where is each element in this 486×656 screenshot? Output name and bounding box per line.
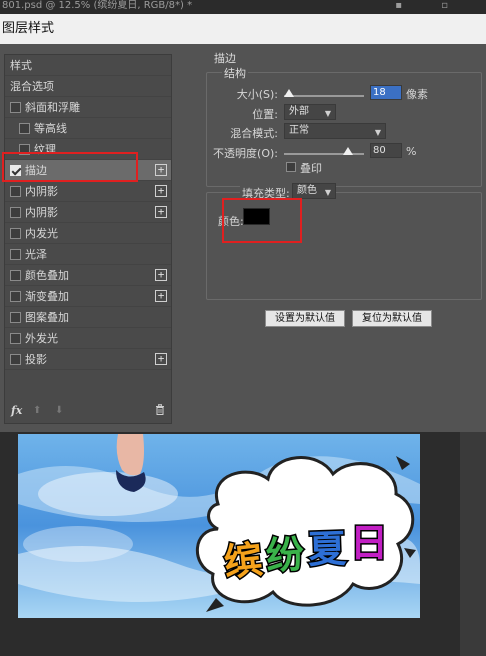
chevron-down-icon: ▼ bbox=[324, 188, 331, 197]
style-item-inner-shadow-2[interactable]: 内阴影 + bbox=[5, 202, 171, 223]
layer-style-dialog: 样式 混合选项 斜面和浮雕 等高线 纹理 描边 + 内阴影 + 内阴影 + 内发… bbox=[0, 44, 486, 432]
set-default-button[interactable]: 设置为默认值 bbox=[265, 310, 345, 327]
outer-glow-checkbox[interactable] bbox=[10, 333, 21, 344]
opacity-slider-thumb[interactable] bbox=[343, 147, 353, 155]
satin-label: 光泽 bbox=[25, 248, 47, 261]
trash-icon[interactable] bbox=[155, 404, 165, 418]
window-controls[interactable]: ▪ ▫ bbox=[395, 0, 466, 12]
style-list-panel: 样式 混合选项 斜面和浮雕 等高线 纹理 描边 + 内阴影 + 内阴影 + 内发… bbox=[4, 54, 172, 424]
canvas-right-strip bbox=[460, 432, 486, 656]
gradient-overlay-label: 渐变叠加 bbox=[25, 290, 69, 303]
style-item-inner-shadow-1[interactable]: 内阴影 + bbox=[5, 181, 171, 202]
photoshop-titlebar: 801.psd @ 12.5% (缤纷夏日, RGB/8*) * ▪ ▫ bbox=[0, 0, 486, 14]
inner-shadow-2-label: 内阴影 bbox=[25, 206, 58, 219]
fill-type-dropdown[interactable]: 颜色 ▼ bbox=[292, 183, 336, 199]
dialog-titlebar: 图层样式 bbox=[0, 14, 486, 44]
chevron-down-icon: ▼ bbox=[324, 109, 331, 118]
style-item-pattern-overlay[interactable]: 图案叠加 bbox=[5, 307, 171, 328]
bevel-emboss-checkbox[interactable] bbox=[10, 102, 21, 113]
drop-shadow-add-icon[interactable]: + bbox=[155, 353, 167, 365]
artwork-svg: 缤 纷 夏 日 bbox=[18, 434, 420, 618]
size-slider-track[interactable] bbox=[284, 95, 364, 97]
move-up-icon[interactable]: ⬆ bbox=[33, 405, 41, 416]
inner-glow-label: 内发光 bbox=[25, 227, 58, 240]
styles-header-label: 样式 bbox=[10, 59, 32, 72]
style-item-outer-glow[interactable]: 外发光 bbox=[5, 328, 171, 349]
position-value: 外部 bbox=[289, 106, 309, 117]
artwork-char-1: 缤 bbox=[222, 537, 264, 585]
blending-options-label: 混合选项 bbox=[10, 80, 54, 93]
position-dropdown[interactable]: 外部 ▼ bbox=[284, 104, 336, 120]
stroke-section-title: 描边 bbox=[214, 52, 236, 65]
blend-mode-value: 正常 bbox=[289, 125, 309, 136]
move-down-icon[interactable]: ⬇ bbox=[55, 405, 63, 416]
style-list-footer: fx ⬆ ⬇ bbox=[5, 399, 171, 423]
style-item-inner-glow[interactable]: 内发光 bbox=[5, 223, 171, 244]
gradient-overlay-add-icon[interactable]: + bbox=[155, 290, 167, 302]
contour-label: 等高线 bbox=[34, 122, 67, 135]
blend-mode-dropdown[interactable]: 正常 ▼ bbox=[284, 123, 386, 139]
drop-shadow-checkbox[interactable] bbox=[10, 354, 21, 365]
artwork-image: 缤 纷 夏 日 bbox=[18, 434, 420, 618]
styles-header[interactable]: 样式 bbox=[5, 55, 171, 76]
opacity-label: 不透明度(O): bbox=[213, 147, 278, 160]
size-unit: 像素 bbox=[406, 88, 428, 101]
opacity-unit: % bbox=[406, 145, 417, 158]
style-item-bevel-emboss[interactable]: 斜面和浮雕 bbox=[5, 97, 171, 118]
style-item-contour[interactable]: 等高线 bbox=[5, 118, 171, 139]
satin-checkbox[interactable] bbox=[10, 249, 21, 260]
style-item-gradient-overlay[interactable]: 渐变叠加 + bbox=[5, 286, 171, 307]
color-overlay-checkbox[interactable] bbox=[10, 270, 21, 281]
style-item-color-overlay[interactable]: 颜色叠加 + bbox=[5, 265, 171, 286]
artwork-char-2: 纷 bbox=[265, 532, 306, 579]
artwork-char-4: 日 bbox=[350, 521, 388, 565]
color-overlay-label: 颜色叠加 bbox=[25, 269, 69, 282]
size-input[interactable]: 18 bbox=[370, 85, 402, 100]
document-title: 801.psd @ 12.5% (缤纷夏日, RGB/8*) * bbox=[2, 0, 193, 11]
structure-group-title: 结构 bbox=[222, 65, 248, 81]
bevel-emboss-label: 斜面和浮雕 bbox=[25, 101, 80, 114]
inner-shadow-2-checkbox[interactable] bbox=[10, 207, 21, 218]
inner-shadow-1-add-icon[interactable]: + bbox=[155, 185, 167, 197]
outer-glow-label: 外发光 bbox=[25, 332, 58, 345]
contour-checkbox[interactable] bbox=[19, 123, 30, 134]
dialog-title: 图层样式 bbox=[2, 21, 55, 36]
pattern-overlay-checkbox[interactable] bbox=[10, 312, 21, 323]
reset-default-button[interactable]: 复位为默认值 bbox=[352, 310, 432, 327]
blending-options-item[interactable]: 混合选项 bbox=[5, 76, 171, 97]
fill-type-value: 颜色 bbox=[297, 185, 317, 196]
size-label: 大小(S): bbox=[236, 88, 278, 101]
fx-icon[interactable]: fx bbox=[11, 404, 22, 417]
pattern-overlay-label: 图案叠加 bbox=[25, 311, 69, 324]
color-overlay-add-icon[interactable]: + bbox=[155, 269, 167, 281]
color-highlight-box bbox=[222, 198, 302, 243]
inner-glow-checkbox[interactable] bbox=[10, 228, 21, 239]
style-item-satin[interactable]: 光泽 bbox=[5, 244, 171, 265]
chevron-down-icon: ▼ bbox=[374, 128, 381, 137]
inner-shadow-1-checkbox[interactable] bbox=[10, 186, 21, 197]
size-slider-thumb[interactable] bbox=[283, 89, 294, 97]
overprint-checkbox[interactable] bbox=[286, 162, 296, 172]
gradient-overlay-checkbox[interactable] bbox=[10, 291, 21, 302]
inner-shadow-2-add-icon[interactable]: + bbox=[155, 206, 167, 218]
style-item-drop-shadow[interactable]: 投影 + bbox=[5, 349, 171, 370]
stroke-add-icon[interactable]: + bbox=[155, 164, 167, 176]
position-label: 位置: bbox=[252, 108, 278, 121]
canvas-area: 缤 纷 夏 日 bbox=[0, 432, 486, 656]
artwork-char-3: 夏 bbox=[307, 526, 348, 571]
drop-shadow-label: 投影 bbox=[25, 353, 47, 366]
opacity-input[interactable]: 80 bbox=[370, 143, 402, 158]
blend-mode-label: 混合模式: bbox=[230, 127, 278, 140]
stroke-highlight-box bbox=[2, 152, 138, 182]
inner-shadow-1-label: 内阴影 bbox=[25, 185, 58, 198]
overprint-label: 叠印 bbox=[300, 162, 322, 175]
